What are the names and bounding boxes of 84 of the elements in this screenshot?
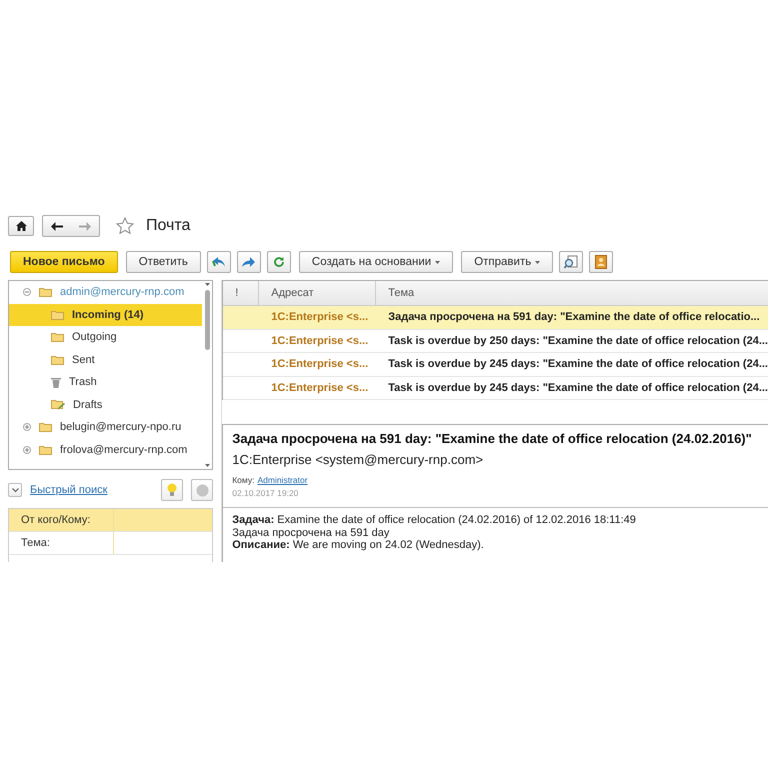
quick-search-link[interactable]: Быстрый поиск: [30, 484, 154, 496]
filter-row[interactable]: Тема:: [9, 532, 212, 555]
column-header[interactable]: Тема: [376, 281, 768, 305]
message-row[interactable]: 1C:Enterprise <s... Task is overdue by 250 days: "Examine the date of office relocation (24...: [223, 330, 768, 353]
subject-cell-text: Task is overdue by 245 days: "Examine the date of office relocation (24...: [387, 357, 768, 372]
recipient-link[interactable]: Administrator: [257, 475, 308, 485]
sender-cell-text: 1C:Enterprise <s...: [270, 310, 370, 326]
message-date: 02.10.2017 19:20: [232, 488, 300, 498]
forward-arrow-icon: [79, 222, 91, 230]
trash-icon: [51, 376, 61, 388]
subject-cell-text: Task is overdue by 245 days: "Examine the date of office relocation (24...: [387, 380, 768, 396]
recipient-label: Кому:: [232, 475, 254, 485]
toolbar-button[interactable]: [559, 251, 584, 273]
toolbar-button[interactable]: [206, 251, 231, 273]
caret-icon: [204, 283, 210, 286]
home-button[interactable]: [8, 216, 34, 236]
filter-row[interactable]: От кого/Кому:: [9, 509, 212, 532]
message-subject: Задача просрочена на 591 day: "Examine the date of office relocation (24.02.2016)": [232, 431, 753, 446]
folder-item[interactable]: Trash: [9, 371, 202, 394]
folder-icon: [39, 287, 52, 298]
folder-icon: [51, 310, 64, 320]
caret-icon: [535, 260, 540, 264]
circle-icon: [196, 484, 209, 496]
dropdown-button[interactable]: Отправить: [461, 251, 554, 273]
expand-button[interactable]: [8, 483, 22, 497]
subject-cell-text: Задача просрочена на 591 day: "Examine the date of office relocatio...: [387, 310, 761, 326]
expand-icon[interactable]: [23, 423, 31, 432]
expand-icon[interactable]: [23, 446, 31, 454]
filter-label: Тема:: [9, 532, 114, 554]
reply-all-icon: [212, 256, 226, 268]
account-label: belugin@mercury-npo.ru: [60, 421, 182, 434]
account-row[interactable]: admin@mercury-rnp.com: [9, 281, 202, 304]
caret-icon: [435, 260, 440, 264]
folder-label: Outgoing: [72, 331, 117, 344]
toolbar-button[interactable]: [589, 251, 614, 273]
dropdown-button[interactable]: Создать на основании: [298, 251, 454, 273]
message-sender: 1C:Enterprise <system@mercury-rnp.com>: [232, 452, 484, 467]
folder-label: Incoming (14): [72, 308, 144, 321]
subject-cell-text: Task is overdue by 250 days: "Examine the date of office relocation (24...: [387, 334, 768, 349]
sender-cell-text: 1C:Enterprise <s...: [270, 334, 370, 349]
folder-icon: [39, 444, 52, 455]
sender-cell-text: 1C:Enterprise <s...: [270, 357, 370, 372]
address-book-icon: [595, 255, 608, 269]
message-row[interactable]: 1C:Enterprise <s... Task is overdue by 245 days: "Examine the date of office relocation (24...: [223, 376, 768, 400]
folder-label: Sent: [72, 354, 95, 366]
folder-item[interactable]: Incoming (14): [9, 304, 202, 326]
body-line: Описание: We are moving on 24.02 (Wednesday).: [232, 539, 485, 552]
hint-button[interactable]: [161, 479, 184, 501]
filter-label: От кого/Кому:: [9, 509, 114, 531]
column-header[interactable]: Адресат: [259, 281, 376, 305]
folder-item[interactable]: Sent: [9, 348, 202, 371]
body-line: Задача: Examine the date of office relocation (24.02.2016) of 12.02.2016 18:11:49: [232, 514, 637, 526]
scrollbar[interactable]: [202, 281, 212, 469]
folder-icon: [51, 332, 64, 342]
new-message-button[interactable]: Новое письмо: [10, 251, 118, 273]
lightbulb-icon: [167, 483, 178, 497]
toolbar-button[interactable]: [266, 251, 291, 273]
back-arrow-icon: [51, 222, 63, 230]
body-line: Задача просрочена на 591 day: [232, 526, 390, 539]
folder-pencil-icon: [51, 398, 65, 411]
star-icon[interactable]: [116, 217, 134, 235]
folder-label: Drafts: [73, 398, 102, 411]
toolbar-button[interactable]: [236, 251, 261, 273]
folder-icon: [51, 354, 64, 365]
folder-item[interactable]: Drafts: [9, 394, 202, 416]
account-label: frolova@mercury-rnp.com: [60, 444, 188, 456]
folder-icon: [39, 422, 52, 432]
collapse-icon[interactable]: [23, 288, 31, 296]
folder-label: Trash: [69, 376, 97, 388]
column-header[interactable]: !: [223, 281, 260, 305]
account-row[interactable]: frolova@mercury-rnp.com: [9, 438, 202, 461]
message-row[interactable]: 1C:Enterprise <s... Задача просрочена на 591 day: "Examine the date of office relocatio...: [223, 306, 768, 330]
folder-item[interactable]: Outgoing: [9, 326, 202, 348]
chevron-icon: [12, 488, 18, 492]
refresh-icon: [272, 256, 285, 268]
search-icon: [564, 255, 578, 269]
sender-cell-text: 1C:Enterprise <s...: [270, 380, 370, 396]
home-icon: [16, 221, 26, 231]
account-label: admin@mercury-rnp.com: [60, 286, 184, 298]
page-title: Почта: [146, 217, 190, 235]
forward-icon: [242, 257, 256, 267]
account-row[interactable]: belugin@mercury-npo.ru: [9, 416, 202, 438]
reply-button[interactable]: Ответить: [126, 251, 201, 273]
caret-icon: [204, 464, 210, 467]
